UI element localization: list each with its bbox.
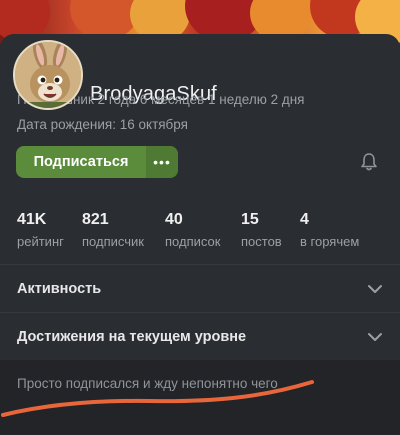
section-achievements-label: Достижения на текущем уровне	[17, 329, 247, 345]
section-activity-label: Активность	[17, 281, 102, 297]
subscribe-button[interactable]: Подписаться	[16, 146, 146, 178]
stat-hot[interactable]: 4 в горячем	[300, 211, 359, 249]
stat-value: 15	[241, 211, 259, 228]
stat-label: рейтинг	[17, 234, 64, 249]
birthday: Дата рождения: 16 октября	[17, 117, 188, 132]
stat-label: подписчик	[82, 234, 144, 249]
stat-label: постов	[241, 234, 282, 249]
stat-subscriptions[interactable]: 40 подписок	[165, 211, 220, 249]
divider	[0, 312, 400, 313]
more-dots-icon[interactable]: •••	[146, 146, 178, 178]
avatar[interactable]	[13, 40, 83, 110]
chevron-down-icon	[368, 333, 382, 341]
stat-label: подписок	[165, 234, 221, 249]
stat-value: 821	[82, 211, 109, 228]
stat-label: в горячем	[300, 234, 360, 249]
chevron-down-icon	[368, 285, 382, 293]
divider	[0, 264, 400, 265]
stat-subscribers[interactable]: 821 подписчик	[82, 211, 144, 249]
section-activity[interactable]: Активность	[0, 266, 400, 312]
profile-bio: Просто подписался и жду непонятно чего	[0, 360, 400, 435]
section-achievements[interactable]: Достижения на текущем уровне	[0, 314, 400, 360]
subscribe-button-group: Подписаться •••	[16, 146, 178, 178]
stat-value: 40	[165, 211, 183, 228]
stat-rating[interactable]: 41K рейтинг	[17, 211, 64, 249]
bio-text: Просто подписался и жду непонятно чего	[17, 376, 278, 391]
stat-value: 41K	[17, 211, 47, 228]
stat-value: 4	[300, 211, 309, 228]
stats-row: 41K рейтинг 821 подписчик 40 подписок 15…	[0, 211, 400, 251]
bell-icon[interactable]	[359, 152, 379, 172]
stat-posts[interactable]: 15 постов	[241, 211, 282, 249]
